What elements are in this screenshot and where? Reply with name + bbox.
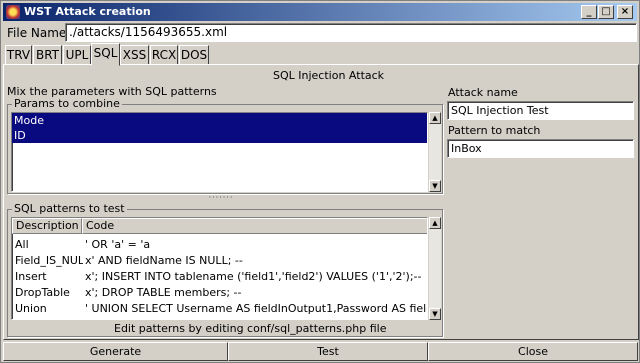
- tab-upl[interactable]: UPL: [63, 45, 91, 65]
- patterns-scrollbar[interactable]: ▲ ▼: [429, 217, 441, 320]
- table-row[interactable]: DropTable x'; DROP TABLE members; --: [12, 285, 427, 300]
- close-button[interactable]: Close: [428, 342, 638, 361]
- scroll-down-button[interactable]: ▼: [429, 180, 441, 192]
- arrow-down-icon: ▼: [432, 182, 438, 190]
- app-icon: [6, 5, 20, 19]
- attack-name-input[interactable]: SQL Injection Test: [447, 101, 634, 120]
- table-row[interactable]: Field_IS_NUL x' AND fieldName IS NULL; -…: [12, 253, 427, 268]
- splitter-handle[interactable]: ·······: [201, 194, 241, 202]
- column-header-code[interactable]: Code: [82, 218, 427, 234]
- generate-button[interactable]: Generate: [3, 342, 228, 361]
- minimize-button[interactable]: _: [581, 5, 597, 19]
- tab-dos[interactable]: DOS: [179, 45, 209, 65]
- row-description: Field_IS_NUL: [15, 254, 83, 267]
- sql-patterns-table[interactable]: Description Code All ' OR 'a' = 'a Field…: [11, 217, 428, 320]
- tab-brt[interactable]: BRT: [33, 45, 62, 65]
- sql-patterns-group: SQL patterns to test Description Code Al…: [7, 202, 443, 337]
- maximize-button[interactable]: □: [598, 5, 614, 19]
- scroll-down-button[interactable]: ▼: [429, 308, 441, 320]
- row-code: x'; INSERT INTO tablename ('field1','fie…: [85, 270, 422, 283]
- params-scrollbar[interactable]: ▲ ▼: [429, 112, 441, 192]
- maximize-icon: □: [601, 6, 611, 17]
- params-group-title: Params to combine: [12, 97, 122, 110]
- tab-trv[interactable]: TRV: [5, 45, 32, 65]
- row-code: ' OR 'a' = 'a: [85, 238, 151, 251]
- row-code: x' AND fieldName IS NULL; --: [85, 254, 243, 267]
- file-name-label: File Name: [7, 26, 67, 40]
- row-code: ' UNION SELECT Username AS fieldInOutput…: [85, 302, 427, 315]
- minimize-icon: _: [586, 6, 592, 17]
- close-icon: ×: [620, 6, 630, 17]
- params-list[interactable]: Mode ID: [11, 112, 428, 192]
- arrow-down-icon: ▼: [432, 310, 438, 318]
- row-description: DropTable: [15, 286, 70, 299]
- close-window-button[interactable]: ×: [617, 5, 633, 19]
- sql-patterns-group-title: SQL patterns to test: [12, 202, 127, 215]
- column-header-description[interactable]: Description: [12, 218, 82, 234]
- attack-name-label: Attack name: [448, 86, 518, 99]
- row-description: All: [15, 238, 29, 251]
- params-group: Params to combine Mode ID ▲ ▼: [7, 97, 443, 194]
- table-row[interactable]: Union ' UNION SELECT Username AS fieldIn…: [12, 301, 427, 316]
- scroll-up-button[interactable]: ▲: [429, 112, 441, 124]
- arrow-up-icon: ▲: [432, 219, 438, 227]
- pattern-to-match-label: Pattern to match: [448, 124, 541, 137]
- row-description: Insert: [15, 270, 47, 283]
- panel-heading: SQL Injection Attack: [273, 69, 385, 82]
- pattern-to-match-input[interactable]: InBox: [447, 139, 634, 158]
- scroll-up-button[interactable]: ▲: [429, 217, 441, 229]
- row-description: Union: [15, 302, 47, 315]
- tab-xss[interactable]: XSS: [120, 45, 149, 65]
- table-row[interactable]: All ' OR 'a' = 'a: [12, 237, 427, 252]
- attack-creation-window: WST Attack creation _ □ × File Name ./at…: [0, 0, 640, 363]
- arrow-up-icon: ▲: [432, 114, 438, 122]
- patterns-hint: Edit patterns by editing conf/sql_patter…: [114, 322, 387, 335]
- list-item[interactable]: Mode: [12, 113, 427, 128]
- table-row[interactable]: Insert x'; INSERT INTO tablename ('field…: [12, 269, 427, 284]
- tab-rcx[interactable]: RCX: [150, 45, 178, 65]
- row-code: x'; DROP TABLE members; --: [85, 286, 242, 299]
- list-item[interactable]: ID: [12, 128, 427, 143]
- window-title: WST Attack creation: [24, 5, 151, 18]
- test-button[interactable]: Test: [228, 342, 428, 361]
- tab-sql[interactable]: SQL: [91, 43, 120, 66]
- title-bar[interactable]: WST Attack creation _ □ ×: [3, 3, 637, 21]
- file-name-field[interactable]: ./attacks/1156493655.xml: [65, 23, 637, 42]
